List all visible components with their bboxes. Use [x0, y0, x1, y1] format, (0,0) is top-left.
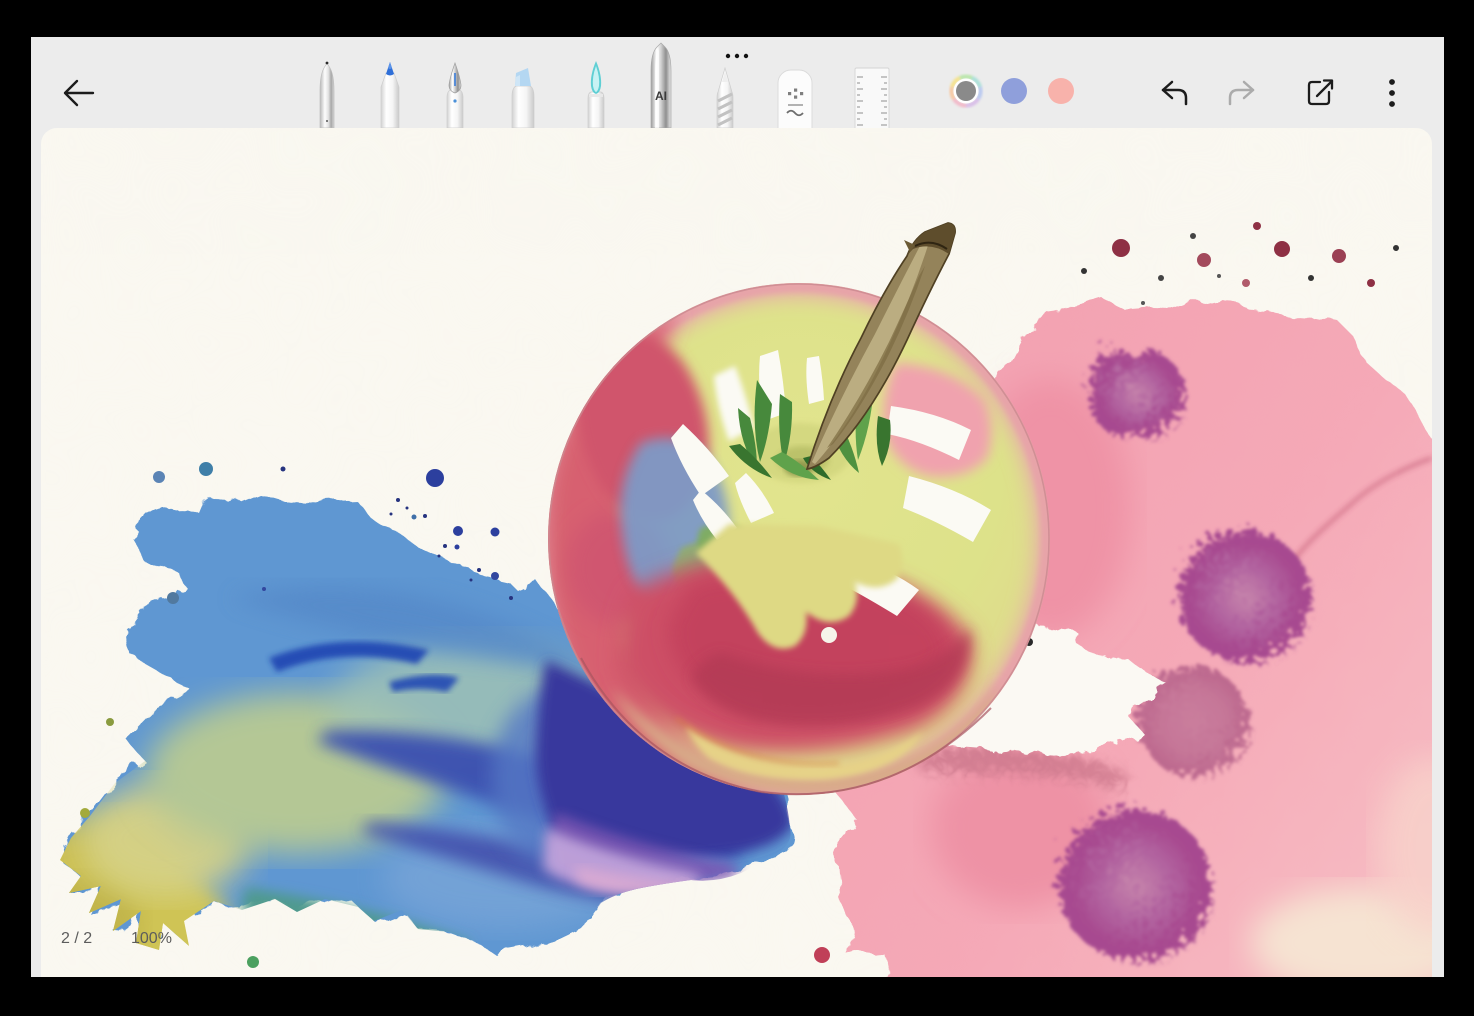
svg-text:AI: AI [655, 89, 667, 103]
